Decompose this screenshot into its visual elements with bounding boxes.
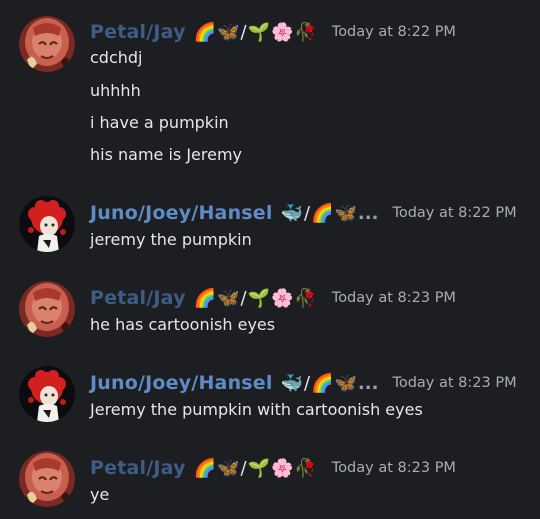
flair-emoji: 🌈🦋/🌱🌸🥀 [193,21,318,43]
flair-emoji: 🌈🦋/🌱🌸🥀 [193,287,318,309]
message-text: Jeremy the pumpkin with cartoonish eyes [90,400,423,419]
flair-emoji: 🌈🦋/🌱🌸🥀 [193,457,318,479]
username[interactable]: Juno/Joey/Hansel [90,372,273,394]
message-text: uhhhh [90,81,141,100]
username[interactable]: Petal/Jay [90,287,186,309]
truncation-ellipsis: ... [357,372,379,394]
avatar[interactable] [19,196,75,252]
juno-avatar-icon [19,366,75,422]
flair-emoji: 🐳/🌈🦋... [280,202,379,224]
message-text: i have a pumpkin [90,113,229,132]
username[interactable]: Petal/Jay [90,21,186,43]
avatar[interactable] [19,281,75,337]
chat-log: Petal/Jay 🌈🦋/🌱🌸🥀 Today at 8:22 PM cdchdj… [0,0,540,519]
petal-avatar-icon [19,451,75,507]
username[interactable]: Petal/Jay [90,457,186,479]
truncation-ellipsis: ... [357,202,379,224]
message-text: cdchdj [90,48,143,67]
timestamp[interactable]: Today at 8:23 PM [392,375,516,391]
timestamp[interactable]: Today at 8:22 PM [392,205,516,221]
timestamp[interactable]: Today at 8:23 PM [332,290,456,306]
message-text: ye [90,485,110,504]
timestamp[interactable]: Today at 8:23 PM [332,460,456,476]
message-text: he has cartoonish eyes [90,315,276,334]
avatar[interactable] [19,16,75,72]
juno-avatar-icon [19,196,75,252]
flair-emoji: 🐳/🌈🦋... [280,372,379,394]
message-text: his name is Jeremy [90,145,243,164]
avatar[interactable] [19,451,75,507]
message-text: jeremy the pumpkin [90,230,252,249]
petal-avatar-icon [19,281,75,337]
avatar[interactable] [19,366,75,422]
petal-avatar-icon [19,16,75,72]
timestamp[interactable]: Today at 8:22 PM [332,24,456,40]
username[interactable]: Juno/Joey/Hansel [90,202,273,224]
